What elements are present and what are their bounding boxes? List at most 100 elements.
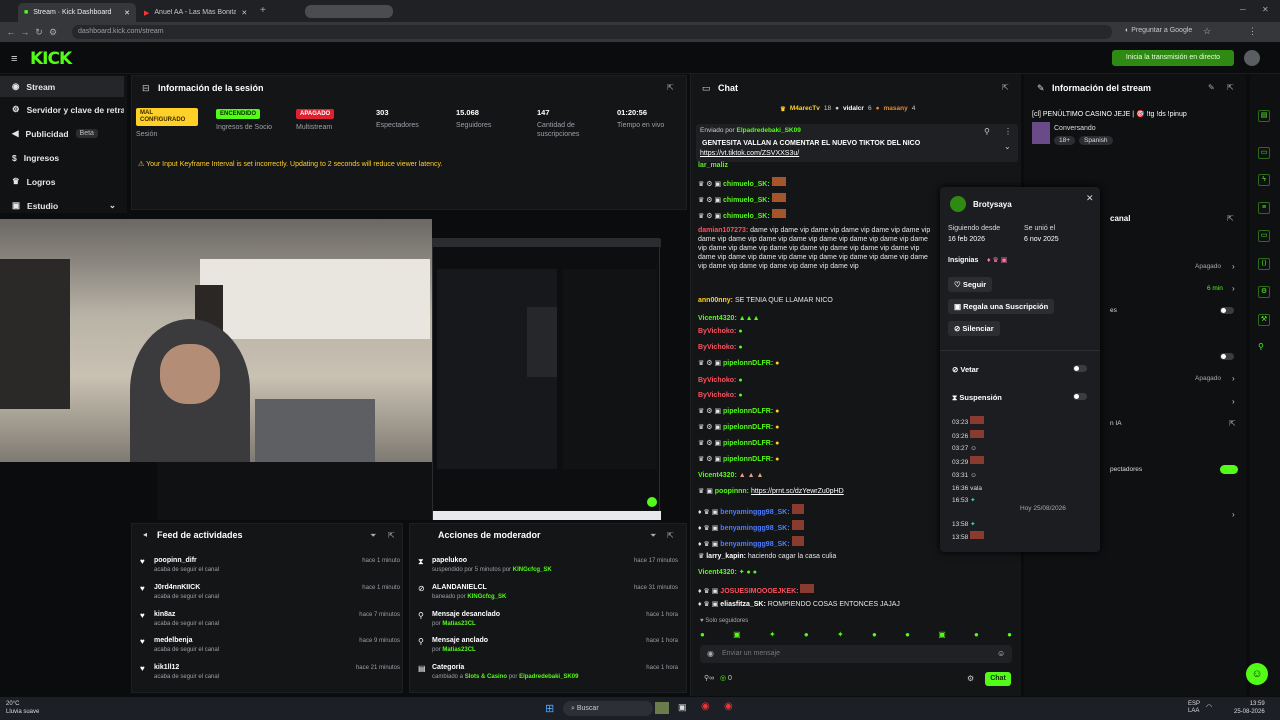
chat-username[interactable]: JOSUESIMOOOEJKEK:	[720, 588, 798, 595]
tools-icon[interactable]: ⚒	[1258, 314, 1270, 326]
emote[interactable]: ●	[700, 630, 705, 640]
chat-username[interactable]: poopinnn:	[715, 488, 749, 495]
profile-pill[interactable]	[305, 5, 393, 18]
pinned-user[interactable]: Elpadredebaki_SK09	[737, 127, 801, 134]
chat-input-box[interactable]: ◉ Enviar un mensaje ☺	[700, 645, 1012, 663]
close-icon[interactable]: ✕	[124, 9, 130, 17]
taskbar-widget-icon[interactable]	[655, 702, 669, 714]
chrome-icon[interactable]: ◉	[701, 701, 710, 712]
browser-menu-icon[interactable]: ⋮	[1248, 26, 1257, 37]
sidebar-item-revenue[interactable]: $ Ingresos	[0, 147, 124, 168]
mod-user[interactable]: KINGcfcg_SK	[513, 567, 552, 573]
taskbar-search[interactable]: ⌕ Buscar	[563, 701, 653, 716]
emote[interactable]: ✦	[837, 630, 844, 640]
wifi-icon[interactable]: ◠	[1206, 703, 1212, 711]
chat-username[interactable]: ByVichoko:	[698, 344, 736, 351]
url-field[interactable]: dashboard.kick.com/stream	[72, 25, 1112, 39]
emote[interactable]: ●	[974, 630, 979, 640]
chat-username[interactable]: larry_kapin:	[706, 553, 746, 560]
reload-icon[interactable]: ↻	[32, 27, 46, 38]
chat-username[interactable]: benyaminggg98_SK:	[720, 525, 789, 532]
chevron-down-icon[interactable]: ⌄	[1004, 142, 1011, 151]
chat-username[interactable]: Vicent4320:	[698, 315, 737, 322]
chat-username[interactable]: chimuelo_SK:	[723, 197, 770, 204]
pinned-link[interactable]: https://vt.tiktok.com/ZSVXXS3u/	[700, 150, 799, 157]
popout-icon[interactable]: ⇱	[1002, 83, 1009, 92]
emote[interactable]: ✦	[769, 630, 776, 640]
toggle-switch[interactable]	[1220, 353, 1234, 360]
edit-icon[interactable]: ✎	[1208, 83, 1215, 92]
chat-username[interactable]: pipelonnDLFR:	[723, 408, 773, 415]
chat-username[interactable]: chimuelo_SK:	[723, 213, 770, 220]
feed-user[interactable]: J0rd4nnKIICK	[154, 584, 200, 591]
chat-username[interactable]: eliasfitza_SK:	[720, 601, 766, 608]
top-user[interactable]: masany	[884, 105, 908, 113]
sidebar-item-studio[interactable]: ▣ Estudio ⌄	[0, 195, 124, 216]
avatar[interactable]	[1244, 50, 1260, 66]
chat-username[interactable]: lar_maliz	[698, 162, 728, 169]
chat-username[interactable]: benyaminggg98_SK:	[720, 509, 789, 516]
settings-icon[interactable]: ⚙	[1258, 286, 1270, 298]
list-icon[interactable]: ≡	[1258, 202, 1270, 214]
share-icon[interactable]: ⚲	[1258, 342, 1264, 351]
feed-user[interactable]: medelbenja	[154, 637, 193, 644]
category-value[interactable]: Slots & Casino	[465, 674, 507, 680]
emote[interactable]: ●	[804, 630, 809, 640]
filter-icon[interactable]: ⏷	[650, 531, 656, 541]
chat-link[interactable]: https://prnt.sc/dzYewrZu0pHD	[751, 488, 844, 495]
emote[interactable]: ▣	[733, 630, 741, 640]
sidebar-item-stream[interactable]: ◉ Stream	[0, 76, 124, 97]
message-icon[interactable]: ▭	[1258, 230, 1270, 242]
chat-username[interactable]: pipelonnDLFR:	[723, 424, 773, 431]
link-icon[interactable]: ⚲∞	[704, 675, 714, 682]
emote-quickbar[interactable]: ● ▣ ✦ ● ✦ ● ● ▣ ● ●	[700, 630, 1012, 640]
feed-user[interactable]: kik1ll12	[154, 664, 179, 671]
sidebar-item-achievements[interactable]: ♛ Logros	[0, 171, 124, 192]
filter-icon[interactable]: ⏷	[370, 531, 376, 541]
chat-icon[interactable]: ▭	[1258, 147, 1270, 159]
popout-icon[interactable]: ⇱	[667, 83, 674, 92]
chat-username[interactable]: Vicent4320:	[698, 569, 737, 576]
popout-icon[interactable]: ⇱	[388, 531, 395, 540]
chat-username[interactable]: ByVichoko:	[698, 328, 736, 335]
browser-tab-kick[interactable]: ■ Stream · Kick Dashboard ✕	[18, 3, 136, 22]
more-icon[interactable]: ⋮	[1004, 127, 1012, 136]
toggle-switch-on[interactable]	[1220, 465, 1238, 474]
chat-username[interactable]: pipelonnDLFR:	[723, 440, 773, 447]
chevron-right-icon[interactable]: ›	[1232, 510, 1235, 519]
feed-user[interactable]: poopinn_difr	[154, 557, 197, 564]
mod-user[interactable]: KINGcfcg_SK	[467, 594, 506, 600]
chat-username[interactable]: ByVichoko:	[698, 392, 736, 399]
popup-username[interactable]: Brotysaya	[973, 200, 1012, 209]
chat-username[interactable]: benyaminggg98_SK:	[720, 541, 789, 548]
chevron-right-icon[interactable]: ›	[1232, 397, 1235, 406]
category-name[interactable]: Conversando	[1054, 125, 1096, 132]
emote[interactable]: ▣	[938, 630, 946, 640]
popout-icon[interactable]: ⇱	[1229, 419, 1236, 428]
mod-user[interactable]: Matias23CL	[442, 621, 475, 627]
app-icon[interactable]: ◉	[724, 701, 733, 712]
close-icon[interactable]: ✕	[1086, 193, 1094, 204]
toggle-switch[interactable]	[1073, 365, 1087, 372]
follow-button[interactable]: ♡ Seguir	[948, 277, 993, 292]
sidebar-item-ads[interactable]: ◀ Publicidad Beta	[0, 123, 124, 144]
mod-user[interactable]: Matias23CL	[442, 647, 475, 653]
top-user[interactable]: M4arecTv	[790, 105, 820, 113]
send-chat-button[interactable]: Chat	[985, 672, 1011, 686]
kick-logo[interactable]: KICK	[30, 49, 72, 69]
chat-username[interactable]: pipelonnDLFR:	[723, 456, 773, 463]
chevron-right-icon[interactable]: ›	[1232, 284, 1235, 293]
popout-icon[interactable]: ⇱	[1227, 214, 1234, 223]
emote[interactable]: ●	[1007, 630, 1012, 640]
back-icon[interactable]: ←	[4, 27, 18, 37]
emote[interactable]: ●	[872, 630, 877, 640]
toggle-switch[interactable]	[1220, 307, 1234, 314]
task-view-icon[interactable]: ▣	[678, 702, 687, 713]
sidebar-item-server[interactable]: ⚙ Servidor y clave de retran	[0, 99, 124, 120]
stream-video-preview[interactable]	[0, 219, 432, 462]
chat-username[interactable]: chimuelo_SK:	[723, 181, 770, 188]
minimize-icon[interactable]: ─	[1240, 5, 1246, 14]
chevron-right-icon[interactable]: ›	[1232, 374, 1235, 383]
feed-user[interactable]: kin8az	[154, 611, 175, 618]
code-icon[interactable]: ⟨⟩	[1258, 258, 1270, 270]
